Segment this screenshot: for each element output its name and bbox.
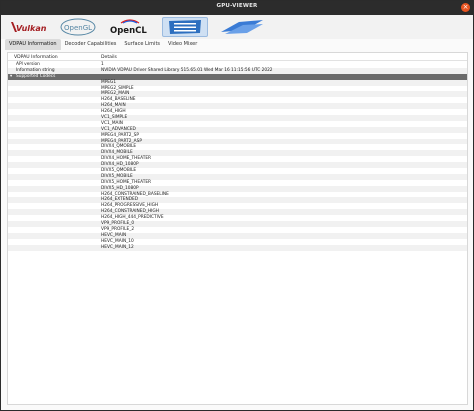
opencl-label: OpenCL bbox=[110, 26, 147, 36]
column-header-information[interactable]: VDPAU Information bbox=[14, 55, 58, 60]
tab-vdpau-information[interactable]: VDPAU Information bbox=[5, 39, 61, 50]
tree-rows: API version 1 Information string NVIDIA VDP… bbox=[8, 62, 467, 251]
app-window: GPU-VIEWER × Vulkan OpenGL OpenCL VDPAU … bbox=[0, 0, 474, 411]
vaapi-icon[interactable] bbox=[218, 17, 266, 37]
tab-surface-limits[interactable]: Surface Limits bbox=[120, 39, 164, 50]
api-toolbar: Vulkan OpenGL OpenCL bbox=[1, 15, 473, 39]
codec-row[interactable]: HEVC_MAIN_12 bbox=[8, 244, 467, 251]
close-button[interactable]: × bbox=[461, 3, 470, 12]
tree-header: VDPAU Information Details bbox=[8, 53, 467, 61]
vulkan-label: Vulkan bbox=[16, 24, 47, 33]
opengl-icon[interactable]: OpenGL bbox=[59, 17, 97, 37]
info-tree[interactable]: VDPAU Information Details API version 1 In… bbox=[7, 52, 468, 405]
column-header-details[interactable]: Details bbox=[101, 55, 117, 60]
tab-video-mixer[interactable]: Video Mixer bbox=[164, 39, 201, 50]
vdpau-icon[interactable] bbox=[162, 17, 208, 37]
title-bar[interactable]: GPU-VIEWER × bbox=[1, 1, 473, 15]
tab-strip: VDPAU Information Decoder Capabilities S… bbox=[5, 39, 201, 50]
codec-name: HEVC_MAIN_12 bbox=[101, 244, 134, 250]
tab-decoder-capabilities[interactable]: Decoder Capabilities bbox=[61, 39, 121, 50]
opengl-label: OpenGL bbox=[64, 24, 92, 32]
window-title: GPU-VIEWER bbox=[216, 3, 258, 9]
opencl-icon[interactable]: OpenCL bbox=[107, 17, 153, 37]
vulkan-icon[interactable]: Vulkan bbox=[9, 17, 51, 37]
